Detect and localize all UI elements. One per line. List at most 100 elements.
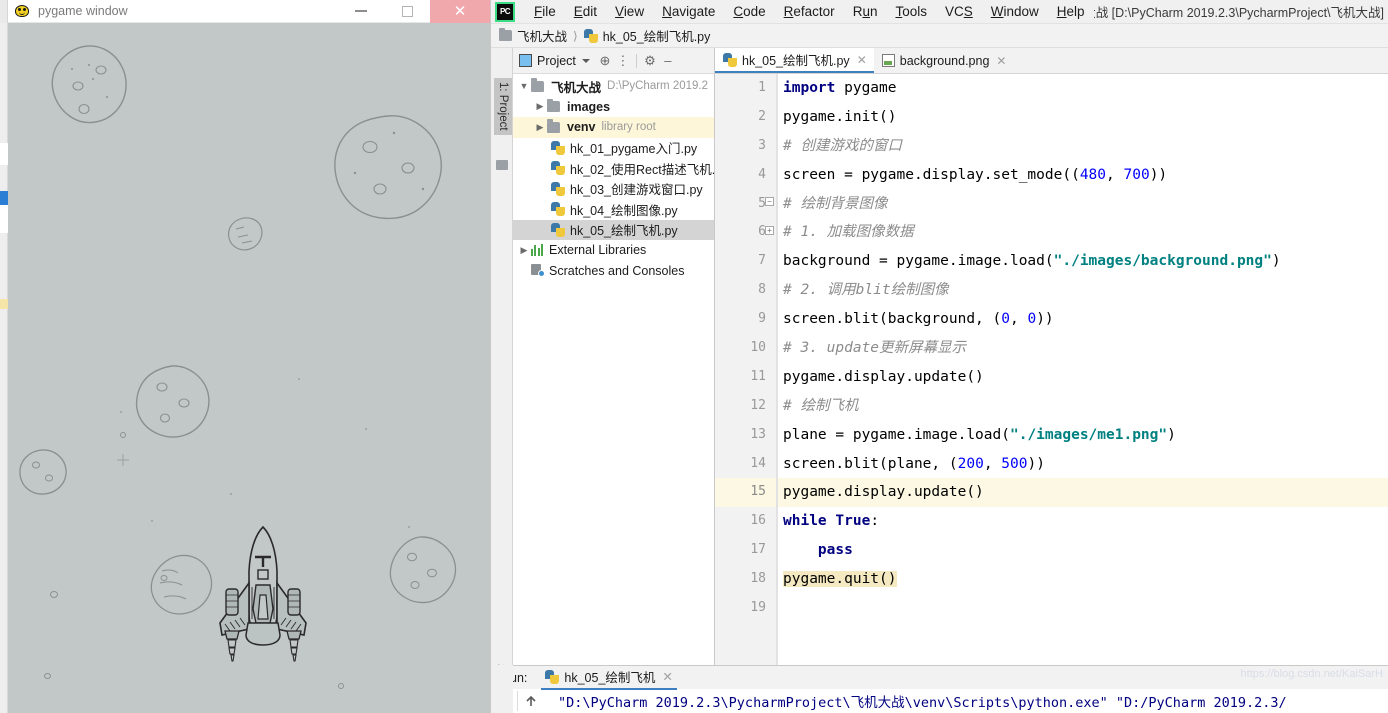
tree-row-file-hk04[interactable]: hk_04_绘制图像.py — [513, 199, 714, 220]
tree-row-images[interactable]: ▶ images — [513, 97, 714, 118]
pycharm-logo-icon: PC — [495, 1, 515, 22]
chevron-down-icon[interactable] — [581, 58, 590, 63]
tool-tab-project[interactable]: 1: Project — [494, 78, 512, 135]
breadcrumb-item-file[interactable]: hk_05_绘制飞机.py — [583, 26, 711, 45]
pygame-window-title: pygame window — [38, 4, 128, 18]
menu-item-window[interactable]: Window — [982, 2, 1048, 21]
folder-icon — [496, 160, 508, 170]
line-number: 11 — [750, 368, 766, 384]
code-line-1[interactable]: import pygame — [777, 74, 1388, 103]
code-line-15[interactable]: pygame.display.update() — [777, 478, 1388, 508]
code-line-8[interactable]: # 2. 调用blit绘制图像 — [777, 276, 1388, 305]
hide-icon[interactable]: – — [659, 52, 677, 70]
code-line-7[interactable]: background = pygame.image.load("./images… — [777, 247, 1388, 276]
menu-item-navigate[interactable]: Navigate — [653, 2, 724, 21]
code-text-area[interactable]: import pygame pygame.init() # 创建游戏的窗口 sc… — [777, 74, 1388, 713]
code-line-17[interactable]: pass — [777, 536, 1388, 565]
project-panel-title: Project — [537, 53, 576, 68]
breadcrumb-separator-icon: ⟩ — [573, 28, 578, 43]
close-icon[interactable]: ✕ — [662, 669, 672, 684]
code-line-18[interactable]: pygame.quit() — [777, 565, 1388, 594]
code-line-9[interactable]: screen.blit(background, (0, 0)) — [777, 305, 1388, 334]
pygame-minimize-button[interactable] — [338, 0, 384, 23]
line-number: 9 — [758, 311, 766, 327]
code-line-19[interactable] — [777, 594, 1388, 623]
run-console[interactable]: "D:\PyCharm 2019.2.3\PycharmProject\飞机大战… — [491, 668, 1388, 713]
star-dot — [151, 520, 153, 522]
tree-row-external-libraries[interactable]: ▶ External Libraries — [513, 240, 714, 261]
asteroid-medium-left — [136, 365, 210, 438]
menu-item-run[interactable]: Run — [844, 2, 887, 21]
star-dot — [230, 493, 232, 495]
code-line-4[interactable]: screen = pygame.display.set_mode((480, 7… — [777, 161, 1388, 190]
scroll-up-icon[interactable] — [518, 689, 544, 713]
chevron-right-icon[interactable]: ▶ — [533, 101, 547, 112]
run-tab-bar: Run: hk_05_绘制飞机 ✕ — [491, 665, 1388, 690]
python-file-icon — [551, 181, 565, 196]
menu-item-vcs[interactable]: VCS — [936, 2, 982, 21]
pygame-titlebar: pygame window ✕ — [0, 0, 490, 23]
pygame-maximize-button[interactable] — [384, 0, 430, 23]
asteroid-large-top-left — [51, 45, 127, 124]
folder-icon — [547, 119, 560, 133]
tree-row-file-hk01[interactable]: hk_01_pygame入门.py — [513, 138, 714, 159]
breadcrumb: 飞机大战 ⟩ hk_05_绘制飞机.py — [491, 24, 1388, 48]
breadcrumb-item-project[interactable]: 飞机大战 — [499, 26, 567, 45]
code-line-14[interactable]: screen.blit(plane, (200, 500)) — [777, 450, 1388, 479]
tree-row-file-hk05[interactable]: hk_05_绘制飞机.py — [513, 219, 714, 240]
breadcrumb-label: hk_05_绘制飞机.py — [602, 30, 711, 44]
locate-icon[interactable]: ⊕ — [596, 52, 614, 70]
tree-label: hk_01_pygame入门.py — [570, 142, 698, 157]
code-fold-expand-icon[interactable]: + — [765, 226, 774, 235]
editor-tab-hk05[interactable]: hk_05_绘制飞机.py ✕ — [715, 48, 874, 73]
editor-tab-label: background.png — [899, 53, 990, 68]
menu-item-edit[interactable]: Edit — [565, 2, 606, 21]
menu-item-refactor[interactable]: Refactor — [775, 2, 844, 21]
code-line-6[interactable]: # 1. 加载图像数据 — [777, 218, 1388, 247]
folder-icon — [499, 27, 512, 41]
line-number: 15 — [715, 478, 776, 508]
code-line-12[interactable]: # 绘制飞机 — [777, 392, 1388, 421]
star-cross — [117, 454, 129, 466]
tree-row-project-root[interactable]: ▼ 飞机大战 D:\PyCharm 2019.2 — [513, 76, 714, 97]
line-number: 3 — [758, 137, 766, 153]
code-line-10[interactable]: # 3. update更新屏幕显示 — [777, 334, 1388, 363]
project-tree[interactable]: ▼ 飞机大战 D:\PyCharm 2019.2 ▶ images ▶ venv… — [513, 74, 714, 713]
code-line-2[interactable]: pygame.init() — [777, 103, 1388, 132]
settings-gear-icon[interactable]: ⚙ — [641, 52, 659, 70]
code-line-11[interactable]: pygame.display.update() — [777, 363, 1388, 392]
scratches-icon — [531, 264, 545, 278]
code-line-5[interactable]: # 绘制背景图像 — [777, 190, 1388, 219]
chevron-right-icon[interactable]: ▶ — [533, 122, 547, 133]
chevron-down-icon[interactable]: ▼ — [517, 81, 531, 91]
menu-item-help[interactable]: Help — [1048, 2, 1094, 21]
close-icon[interactable]: ✕ — [996, 54, 1006, 68]
menu-item-tools[interactable]: Tools — [886, 2, 936, 21]
asteroid-large-top-right — [334, 115, 442, 220]
code-line-3[interactable]: # 创建游戏的窗口 — [777, 132, 1388, 161]
project-view-icon — [519, 54, 532, 67]
code-editor[interactable]: 1 2 3 4 5 6 7 8 9 10 11 12 13 14 15 16 1… — [715, 74, 1388, 713]
code-line-13[interactable]: plane = pygame.image.load("./images/me1.… — [777, 421, 1388, 450]
collapse-all-icon[interactable]: ⋮ — [614, 52, 632, 70]
run-tab-hk05[interactable]: hk_05_绘制飞机 ✕ — [541, 666, 677, 690]
chevron-right-icon[interactable]: ▶ — [517, 245, 531, 256]
close-icon[interactable]: ✕ — [857, 53, 867, 67]
menu-item-code[interactable]: Code — [724, 2, 774, 21]
star-dot — [365, 428, 367, 430]
tree-row-file-hk03[interactable]: hk_03_创建游戏窗口.py — [513, 179, 714, 200]
editor-tab-background-png[interactable]: background.png ✕ — [874, 48, 1014, 73]
code-line-16[interactable]: while True: — [777, 507, 1388, 536]
pygame-game-canvas[interactable] — [8, 23, 490, 713]
menu-item-file[interactable]: File — [525, 2, 565, 21]
tree-row-scratches[interactable]: Scratches and Consoles — [513, 261, 714, 282]
code-fold-collapse-icon[interactable]: − — [765, 197, 774, 206]
tree-row-file-hk02[interactable]: hk_02_使用Rect描述飞机.p — [513, 158, 714, 179]
line-number: 12 — [750, 397, 766, 413]
menu-item-view[interactable]: View — [606, 2, 653, 21]
pygame-snake-icon — [14, 3, 30, 19]
line-number: 8 — [758, 282, 766, 298]
editor-tab-label: hk_05_绘制飞机.py — [742, 54, 850, 68]
pygame-close-button[interactable]: ✕ — [430, 0, 490, 23]
tree-row-venv[interactable]: ▶ venv library root — [513, 117, 714, 138]
